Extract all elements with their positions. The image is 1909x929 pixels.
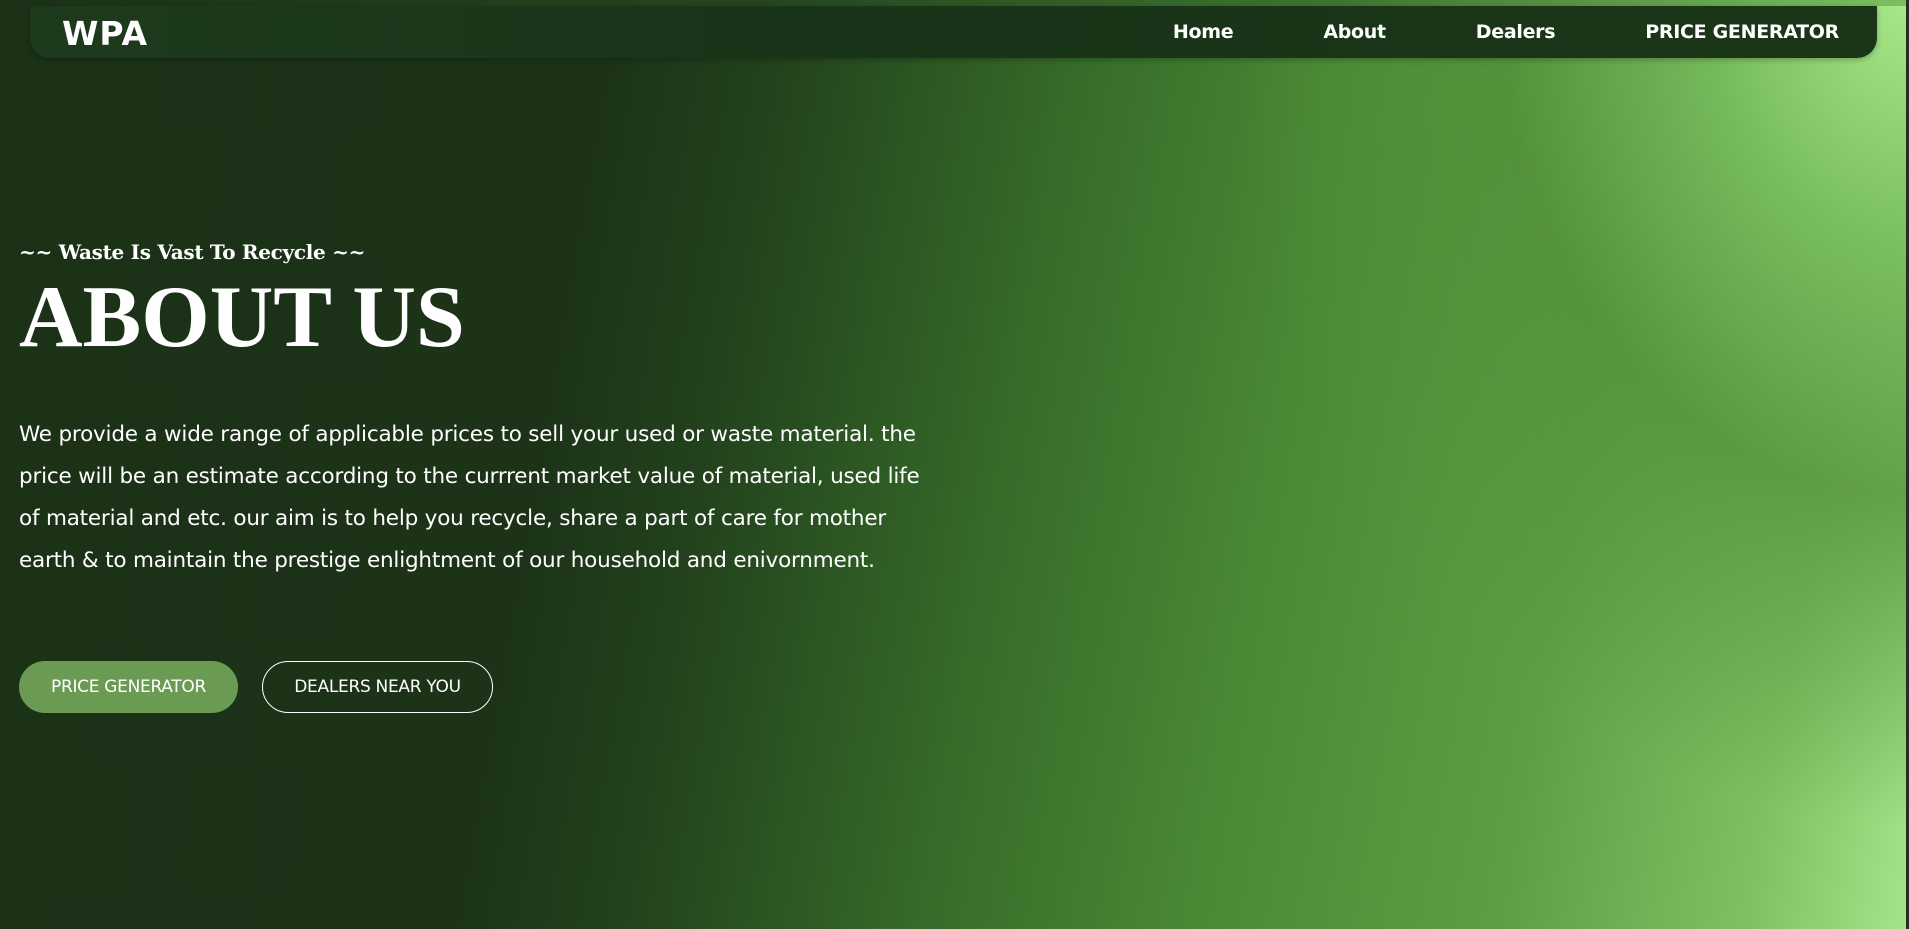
about-page: { "brand": { "logo": "WPA" }, "nav": { "… [0,0,1909,929]
nav-links: Home About Dealers PRICE GENERATOR [1083,21,1839,43]
tagline: ~~ Waste Is Vast To Recycle ~~ [19,240,366,264]
nav-link-about[interactable]: About [1323,21,1386,43]
nav-link-dealers[interactable]: Dealers [1476,21,1556,43]
nav-link-price-generator[interactable]: PRICE GENERATOR [1645,21,1839,43]
navbar: WPA Home About Dealers PRICE GENERATOR [30,6,1877,58]
logo[interactable]: WPA [62,14,148,53]
price-generator-button[interactable]: PRICE GENERATOR [19,661,238,713]
page-title: ABOUT US [19,269,465,366]
about-description: We provide a wide range of applicable pr… [19,422,920,573]
hero-section: ~~ Waste Is Vast To Recycle ~~ ABOUT US … [19,240,969,582]
hero-buttons: PRICE GENERATOR DEALERS NEAR YOU [19,661,493,713]
dealers-near-you-button[interactable]: DEALERS NEAR YOU [262,661,493,713]
nav-link-home[interactable]: Home [1173,21,1234,43]
